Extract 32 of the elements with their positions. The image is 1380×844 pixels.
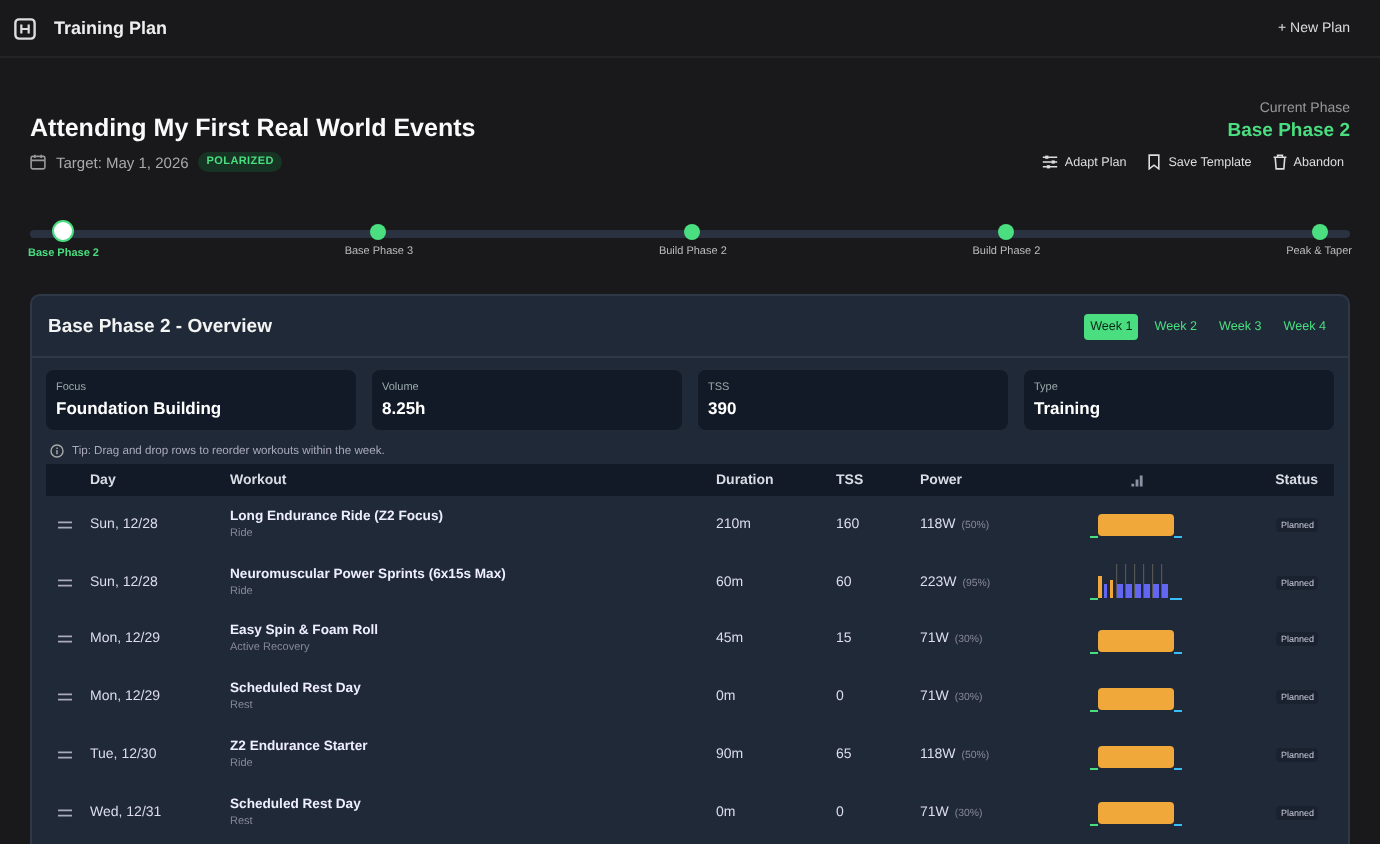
sliders-icon — [1042, 154, 1059, 170]
plan-title: Attending My First Real World Events — [30, 114, 476, 142]
drag-handle-icon[interactable] — [58, 634, 72, 645]
workout-profile-drawing — [1090, 741, 1182, 770]
overview-title: Base Phase 2 - Overview — [48, 315, 272, 337]
workout-profile-drawing — [1090, 564, 1182, 601]
app-title: Training Plan — [54, 18, 168, 38]
drag-handle-icon[interactable] — [58, 577, 72, 588]
stat-value: Foundation Building — [56, 398, 224, 418]
workout-profile-drawing — [1090, 625, 1182, 654]
drag-handle-icon[interactable] — [58, 519, 72, 530]
stat-value: 8.25h — [382, 398, 428, 418]
trash-icon — [1271, 154, 1288, 170]
workout-profile-drawing — [1090, 683, 1182, 712]
drag-handle-icon[interactable] — [58, 692, 72, 703]
stat-value: 390 — [708, 398, 739, 418]
phase-dot[interactable] — [370, 224, 387, 240]
phase-dot[interactable] — [1311, 224, 1328, 240]
drag-handle-icon[interactable] — [58, 750, 72, 761]
drag-handle-icon[interactable] — [58, 807, 72, 818]
info-icon — [50, 444, 64, 458]
stat-value: Training — [1034, 398, 1103, 418]
workout-profile-drawing — [1090, 510, 1182, 539]
bar-chart-icon — [1129, 473, 1143, 487]
current-phase: Base Phase 2 — [1227, 120, 1350, 142]
workout-profile-drawing — [1090, 798, 1182, 827]
bookmark-icon — [1146, 154, 1163, 170]
phase-dot[interactable] — [684, 224, 701, 240]
calendar-icon — [30, 154, 46, 170]
layout-icon — [14, 17, 36, 39]
phase-dot[interactable] — [998, 224, 1015, 240]
phase-dot[interactable] — [52, 220, 75, 242]
